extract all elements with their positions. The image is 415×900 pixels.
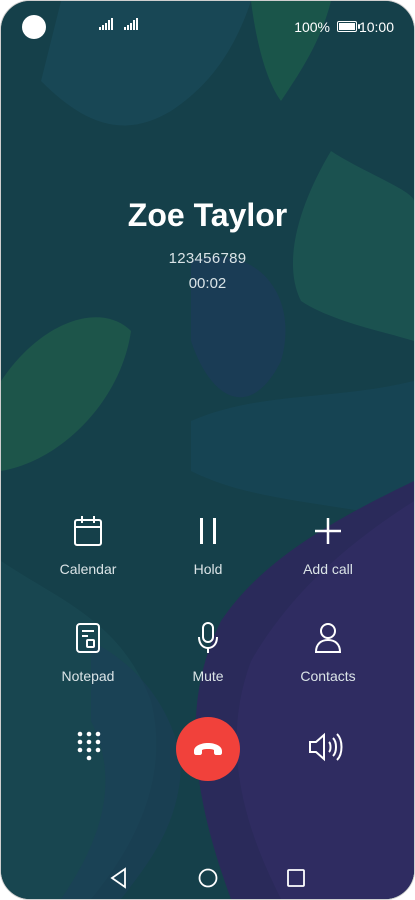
person-icon: [314, 623, 342, 653]
pause-icon: [200, 518, 216, 544]
hold-button[interactable]: Hold: [148, 513, 268, 577]
microphone-icon: [198, 622, 218, 653]
speaker-icon[interactable]: [307, 731, 347, 763]
add-call-label: Add call: [303, 561, 353, 577]
home-icon[interactable]: [197, 867, 219, 889]
dialpad-icon[interactable]: [75, 730, 103, 762]
hang-up-icon: [194, 743, 222, 755]
calendar-icon: [74, 516, 102, 546]
battery-percent: 100%: [294, 19, 330, 35]
contacts-button[interactable]: Contacts: [268, 620, 388, 684]
hold-label: Hold: [193, 561, 223, 577]
mute-button[interactable]: Mute: [148, 620, 268, 684]
plus-icon: [315, 518, 341, 544]
back-icon[interactable]: [109, 867, 129, 889]
notepad-button[interactable]: Notepad: [28, 620, 148, 684]
signal-icon: [124, 18, 138, 30]
notepad-icon: [76, 623, 100, 653]
signal-icon: [99, 18, 113, 30]
calendar-button[interactable]: Calendar: [28, 513, 148, 577]
calendar-label: Calendar: [59, 561, 117, 577]
status-bar: 100% 10:00: [1, 1, 414, 51]
clock: 10:00: [358, 19, 394, 35]
mute-label: Mute: [192, 668, 224, 684]
notepad-label: Notepad: [61, 668, 115, 684]
contacts-label: Contacts: [300, 668, 356, 684]
phone-screen: 100% 10:00 Zoe Taylor 123456789 00:02 Ca…: [0, 0, 415, 900]
call-duration: 00:02: [188, 275, 227, 292]
end-call-button[interactable]: [176, 717, 240, 781]
battery-icon: [337, 21, 360, 32]
add-call-button[interactable]: Add call: [268, 513, 388, 577]
navigation-bar: [1, 861, 414, 895]
phone-number: 123456789: [168, 250, 247, 267]
contact-name: Zoe Taylor: [127, 197, 288, 233]
recents-icon[interactable]: [286, 868, 306, 888]
front-camera: [22, 15, 46, 39]
